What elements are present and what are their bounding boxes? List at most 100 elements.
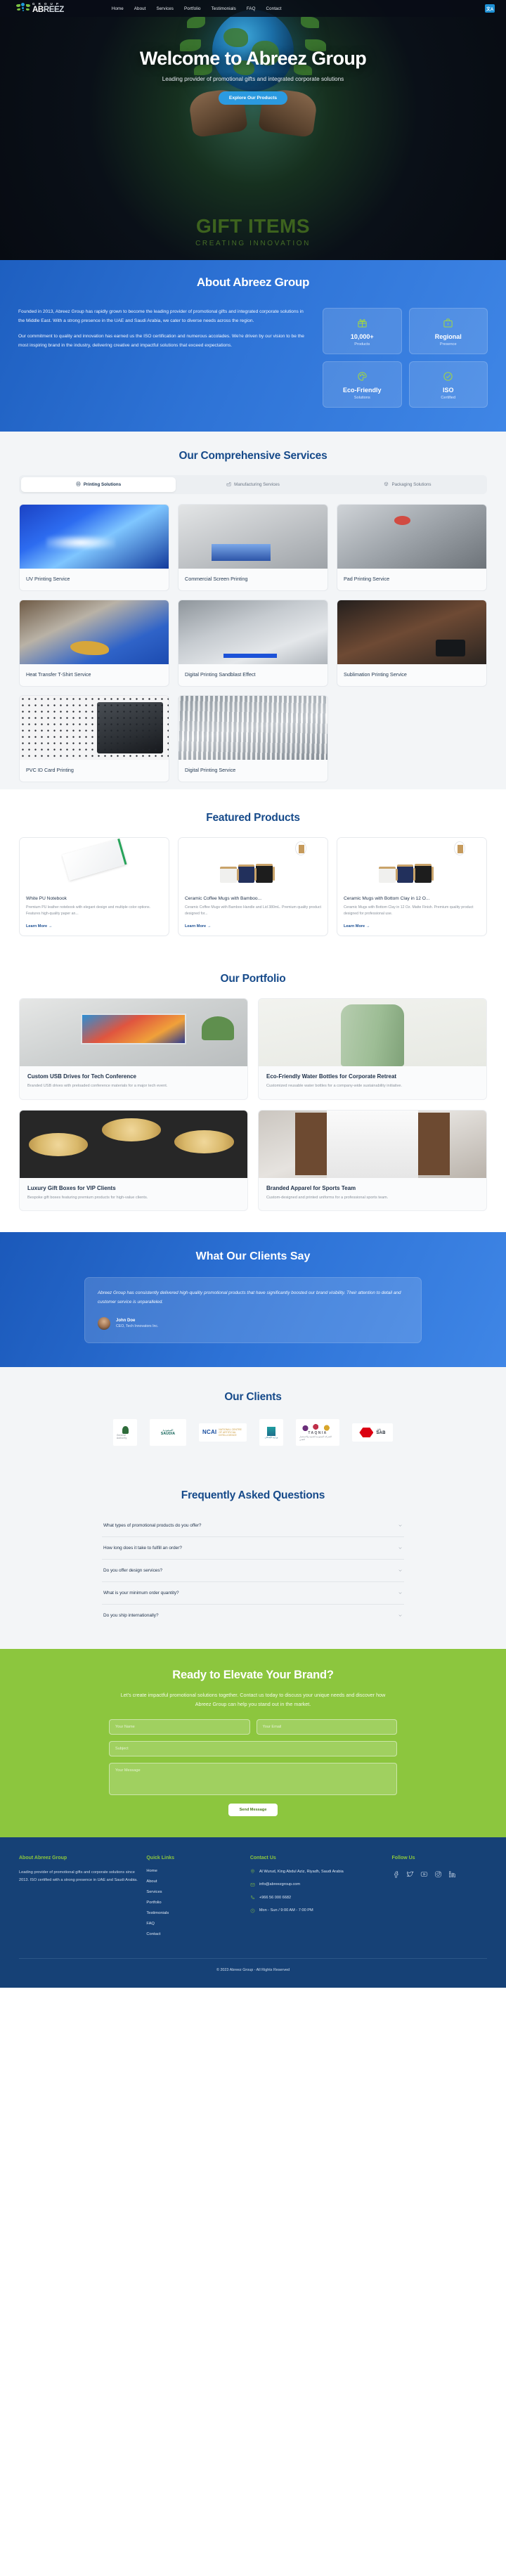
service-label: Digital Printing Service <box>185 767 236 773</box>
twitter-icon[interactable] <box>406 1869 414 1877</box>
faq-item[interactable]: What is your minimum order quantity? <box>102 1582 404 1605</box>
stat-value: Eco-Friendly <box>342 387 382 394</box>
service-image <box>20 696 169 760</box>
learn-more-link[interactable]: Learn More → <box>20 917 169 936</box>
footer-link-home[interactable]: Home <box>146 1869 241 1873</box>
learn-more-link[interactable]: Learn More → <box>337 917 486 936</box>
footer-links: Quick Links Home About Services Portfoli… <box>146 1856 241 1943</box>
faq-item[interactable]: Do you offer design services? <box>102 1560 404 1583</box>
portfolio-title: Our Portfolio <box>220 972 286 985</box>
footer-phone-text: +966 56 000 6682 <box>259 1895 292 1900</box>
portfolio-card[interactable]: Custom USB Drives for Tech Conference Br… <box>19 997 248 1100</box>
service-card[interactable]: UV Printing Service <box>19 504 169 591</box>
portfolio-image <box>259 998 486 1066</box>
footer-link-portfolio[interactable]: Portfolio <box>146 1901 241 1905</box>
message-textarea[interactable] <box>109 1762 397 1795</box>
tab-printing-solutions[interactable]: Printing Solutions <box>21 477 176 492</box>
product-card[interactable]: White PU Notebook Premium PU leather not… <box>19 837 169 936</box>
portfolio-item-desc: Bespoke gift boxes featuring premium pro… <box>27 1195 148 1200</box>
footer-link-contact[interactable]: Contact <box>146 1932 241 1936</box>
hero-section: Welcome to Abreez Group Leading provider… <box>0 0 506 260</box>
learn-more-link[interactable]: Learn More → <box>179 917 327 936</box>
portfolio-body: Branded Apparel for Sports Team Custom-d… <box>259 1178 486 1211</box>
hero-banner: GIFT ITEMS CREATING INNOVATION <box>0 216 506 248</box>
portfolio-card[interactable]: Eco-Friendly Water Bottles for Corporate… <box>258 997 487 1100</box>
instagram-icon[interactable] <box>434 1869 442 1877</box>
faq-item[interactable]: What types of promotional products do yo… <box>102 1515 404 1538</box>
footer-link-about[interactable]: About <box>146 1879 241 1884</box>
chevron-down-icon <box>398 1525 402 1527</box>
featured-title: Featured Products <box>206 812 300 824</box>
palette-icon <box>326 370 398 382</box>
learn-more-label: Learn More <box>26 924 48 928</box>
testimonial-author-name: John Doe <box>116 1319 136 1323</box>
testimonial-author: John Doe CEO, Tech Innovators Inc. <box>98 1317 408 1331</box>
footer-phone[interactable]: +966 56 000 6682 <box>250 1895 384 1902</box>
portfolio-grid: Custom USB Drives for Tech Conference Br… <box>19 997 487 1212</box>
product-title: White PU Notebook <box>26 896 67 901</box>
service-image <box>20 600 169 664</box>
logo-ab: AB <box>32 5 44 14</box>
nav-link-faq[interactable]: FAQ <box>247 6 256 11</box>
footer-email[interactable]: info@abreezgroup.com <box>250 1882 384 1889</box>
service-card[interactable]: Heat Transfer T-Shirt Service <box>19 600 169 687</box>
nav-link-services[interactable]: Services <box>156 6 174 11</box>
client-logo: السعودية SAUDIA <box>150 1419 186 1446</box>
product-description: Premium PU leather notebook with elegant… <box>26 905 151 916</box>
nav-link-portfolio[interactable]: Portfolio <box>184 6 201 11</box>
stat-value: ISO <box>442 387 454 394</box>
language-toggle-button[interactable]: 文A <box>485 4 495 13</box>
logo[interactable]: G R O U P ABREEZ <box>15 2 64 15</box>
footer-link-testimonials[interactable]: Testimonials <box>146 1911 241 1915</box>
name-input[interactable] <box>109 1719 250 1735</box>
service-card[interactable]: Pad Printing Service <box>337 504 487 591</box>
client-logo-sub: الشركة السعودية للتنمية والاستثمار التقن… <box>299 1435 332 1442</box>
facebook-icon[interactable] <box>392 1869 400 1878</box>
faq-item[interactable]: How long does it take to fulfill an orde… <box>102 1537 404 1560</box>
services-wrap: Printing Solutions Manufacturing Service… <box>19 475 487 782</box>
testimonial-quote: Abreez Group has consistently delivered … <box>98 1290 401 1305</box>
portfolio-card[interactable]: Branded Apparel for Sports Team Custom-d… <box>258 1109 487 1212</box>
faq-item[interactable]: Do you ship internationally? <box>102 1605 404 1626</box>
portfolio-card[interactable]: Luxury Gift Boxes for VIP Clients Bespok… <box>19 1109 248 1212</box>
about-stats: 10,000+ Products Regional Presence Eco-F… <box>323 308 488 408</box>
client-logo-sub: NATIONAL CENTRE OF ARTIFICIAL INTELLIGEN… <box>219 1428 242 1437</box>
top-navigation: G R O U P ABREEZ Home About Services Por… <box>0 0 506 17</box>
service-card[interactable]: Digital Printing Service <box>178 695 328 782</box>
product-card[interactable]: Ceramic Mugs with Bottom Clay in 12 O...… <box>337 837 487 936</box>
service-card[interactable]: Commercial Screen Printing <box>178 504 328 591</box>
nav-link-testimonials[interactable]: Testimonials <box>212 6 236 11</box>
youtube-icon[interactable] <box>420 1869 428 1877</box>
portfolio-item-title: Eco-Friendly Water Bottles for Corporate… <box>266 1073 397 1080</box>
service-card[interactable]: Sublimation Printing Service <box>337 600 487 687</box>
footer-link-services[interactable]: Services <box>146 1890 241 1894</box>
service-image <box>337 505 486 569</box>
product-card[interactable]: Ceramic Coffee Mugs with Bamboo... Ceram… <box>178 837 328 936</box>
footer-about-text: Leading provider of promotional gifts an… <box>19 1870 138 1882</box>
tab-manufacturing-services[interactable]: Manufacturing Services <box>176 477 330 492</box>
subject-input[interactable] <box>109 1740 397 1756</box>
service-card[interactable]: Digital Printing Sandblast Effect <box>178 600 328 687</box>
linkedin-icon[interactable] <box>448 1869 456 1877</box>
footer-link-faq[interactable]: FAQ <box>146 1922 241 1926</box>
nav-link-about[interactable]: About <box>134 6 146 11</box>
explore-products-button[interactable]: Explore Our Products <box>218 91 288 105</box>
tab-packaging-solutions[interactable]: Packaging Solutions <box>330 477 485 492</box>
package-icon <box>384 481 389 488</box>
email-input[interactable] <box>256 1719 397 1735</box>
stat-value: Regional <box>434 333 462 340</box>
portfolio-image <box>20 1110 247 1178</box>
stat-card-products: 10,000+ Products <box>323 308 402 354</box>
product-description: Ceramic Mugs with Bottom Clay in 12 Oz. … <box>344 905 474 916</box>
tab-label: Manufacturing Services <box>234 482 280 487</box>
envelope-icon <box>250 1882 255 1886</box>
portfolio-image <box>259 1110 486 1178</box>
send-message-button[interactable]: Send Message <box>228 1803 278 1816</box>
phone-icon <box>250 1896 254 1900</box>
nav-link-home[interactable]: Home <box>112 6 124 11</box>
service-card[interactable]: PVC ID Card Printing <box>19 695 169 782</box>
service-label: Commercial Screen Printing <box>185 576 248 582</box>
nav-link-contact[interactable]: Contact <box>266 6 282 11</box>
client-logo: الأول SAB <box>352 1423 393 1442</box>
product-title: Ceramic Coffee Mugs with Bamboo... <box>185 896 262 901</box>
